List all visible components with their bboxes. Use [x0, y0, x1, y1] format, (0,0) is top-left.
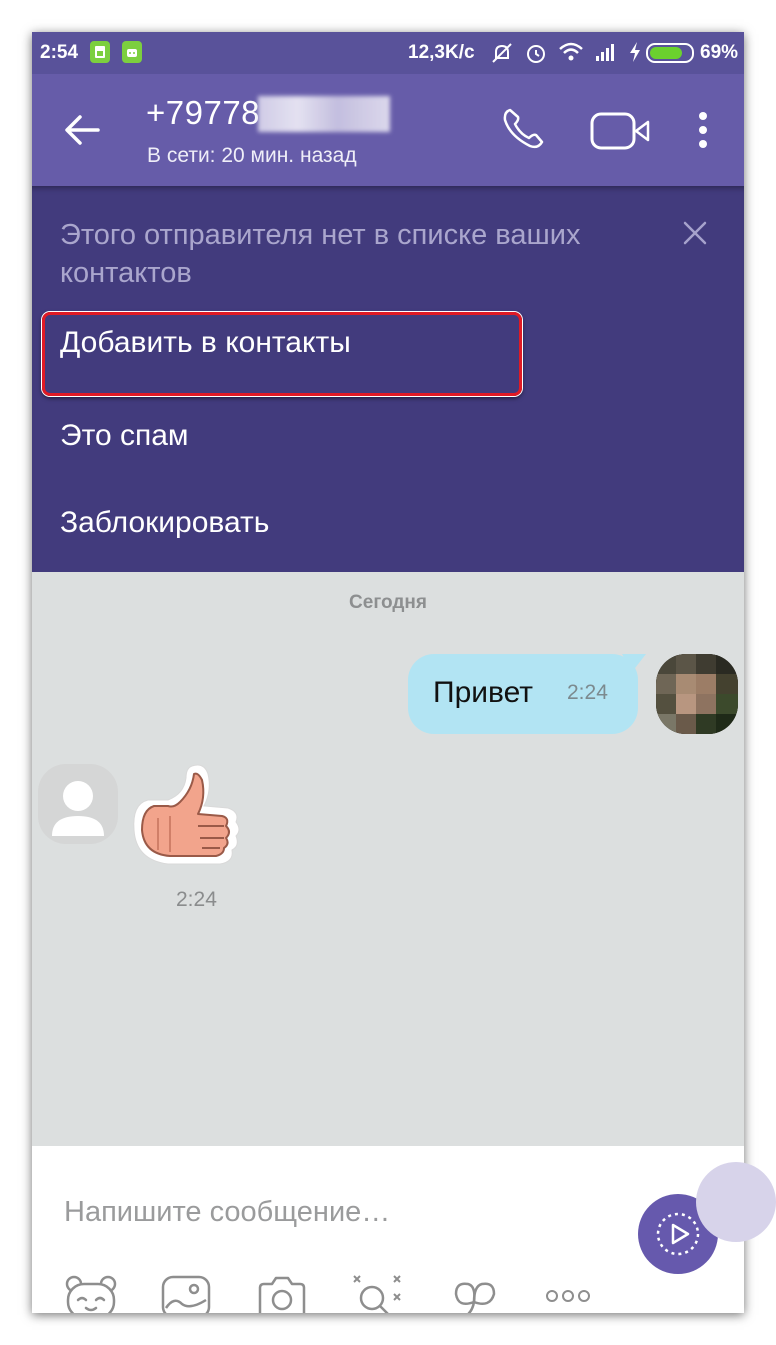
status-bar: 2:54 12,3K/c 69%	[32, 32, 744, 74]
more-vertical-icon[interactable]	[696, 110, 710, 150]
my-avatar[interactable]	[656, 654, 738, 734]
network-speed: 12,3K/c	[408, 42, 475, 63]
back-arrow-icon[interactable]	[64, 114, 100, 146]
outgoing-message-text: Привет	[433, 676, 534, 709]
bubble-tail	[622, 654, 646, 672]
phone-screen: 2:54 12,3K/c 69% +79778 В сети: 20 мин. …	[32, 32, 744, 1313]
more-horizontal-icon[interactable]	[544, 1288, 592, 1304]
alarm-icon	[527, 45, 545, 63]
camera-icon[interactable]	[256, 1274, 308, 1313]
date-separator: Сегодня	[349, 592, 427, 613]
wifi-icon	[559, 42, 583, 61]
battery-icon	[646, 43, 694, 63]
last-seen-status: В сети: 20 мин. назад	[147, 144, 357, 167]
secondary-send-button[interactable]	[696, 1162, 776, 1242]
sticker-bear-icon[interactable]	[64, 1274, 118, 1313]
message-input[interactable]: Напишите сообщение…	[64, 1196, 390, 1229]
outgoing-message-bubble[interactable]: Привет 2:24	[408, 654, 646, 734]
contact-phone-number: +79778	[146, 94, 261, 131]
mute-icon	[492, 43, 512, 63]
unknown-sender-message: Этого отправителя нет в списке ваших кон…	[60, 219, 581, 289]
block-button[interactable]: Заблокировать	[60, 506, 269, 540]
android-icon	[122, 41, 142, 63]
close-icon[interactable]	[682, 220, 708, 246]
battery-percent: 69%	[700, 42, 739, 63]
highlight-frame	[42, 312, 522, 396]
video-call-icon[interactable]	[590, 112, 652, 150]
unknown-sender-banner: Этого отправителя нет в списке ваших кон…	[32, 186, 744, 572]
status-time: 2:54	[40, 42, 79, 63]
redacted-number-blur	[258, 96, 390, 132]
outgoing-message-time: 2:24	[567, 681, 608, 704]
sticker-time: 2:24	[176, 888, 217, 911]
signal-icon	[596, 44, 614, 61]
avatar-pixelated-photo	[656, 654, 738, 734]
charging-icon	[630, 42, 640, 62]
gif-icon[interactable]	[450, 1274, 500, 1313]
gallery-icon[interactable]	[160, 1274, 212, 1313]
person-silhouette-icon	[52, 781, 104, 836]
report-spam-button[interactable]: Это спам	[60, 419, 189, 453]
phone-icon[interactable]	[500, 106, 546, 152]
thumbs-up-sticker[interactable]	[128, 760, 246, 872]
sim-card-icon	[90, 41, 110, 63]
sender-avatar-placeholder[interactable]	[38, 764, 118, 844]
doodle-icon[interactable]	[350, 1274, 404, 1313]
chat-header: +79778 В сети: 20 мин. назад	[32, 74, 744, 186]
